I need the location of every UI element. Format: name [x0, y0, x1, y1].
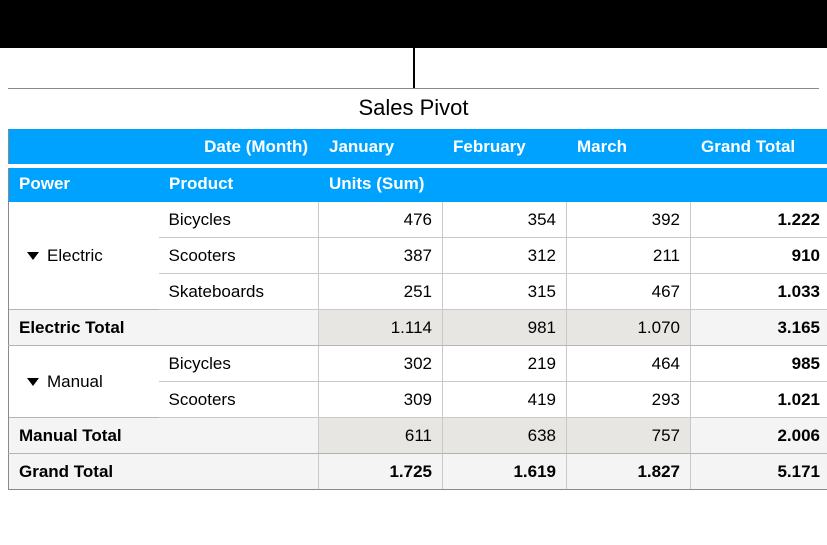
grand-total-cell[interactable]: 1.619: [443, 454, 567, 490]
callout-line: [413, 48, 415, 88]
group-name: Electric: [47, 246, 103, 265]
header-month-1[interactable]: February: [443, 130, 567, 166]
pivot-table-container: Sales Pivot Date (Month) January Februar…: [0, 88, 827, 490]
grand-total-row: Grand Total 1.725 1.619 1.827 5.171: [9, 454, 827, 490]
header-month-2[interactable]: March: [567, 130, 691, 166]
grand-total-total[interactable]: 5.171: [691, 454, 827, 490]
top-black-bar: [0, 0, 827, 48]
data-cell[interactable]: 211: [567, 238, 691, 274]
header-product[interactable]: Product: [159, 166, 319, 202]
header-blank-2: [691, 166, 827, 202]
table-title: Sales Pivot: [8, 88, 819, 129]
subtotal-cell[interactable]: 1.114: [319, 310, 443, 346]
subtotal-total[interactable]: 2.006: [691, 418, 827, 454]
header-month-0[interactable]: January: [319, 130, 443, 166]
subtotal-cell[interactable]: 611: [319, 418, 443, 454]
grand-total-cell[interactable]: 1.725: [319, 454, 443, 490]
row-total[interactable]: 910: [691, 238, 827, 274]
data-cell[interactable]: 309: [319, 382, 443, 418]
row-total[interactable]: 985: [691, 346, 827, 382]
product-label[interactable]: Scooters: [159, 238, 319, 274]
data-cell[interactable]: 476: [319, 202, 443, 238]
subtotal-cell[interactable]: 638: [443, 418, 567, 454]
subtotal-label[interactable]: Manual Total: [9, 418, 319, 454]
row-total[interactable]: 1.033: [691, 274, 827, 310]
data-cell[interactable]: 387: [319, 238, 443, 274]
subtotal-row-electric: Electric Total 1.114 981 1.070 3.165: [9, 310, 827, 346]
product-label[interactable]: Bicycles: [159, 202, 319, 238]
product-label[interactable]: Skateboards: [159, 274, 319, 310]
data-cell[interactable]: 251: [319, 274, 443, 310]
data-cell[interactable]: 392: [567, 202, 691, 238]
grand-total-cell[interactable]: 1.827: [567, 454, 691, 490]
header-row-months: Date (Month) January February March Gran…: [9, 130, 827, 166]
subtotal-total[interactable]: 3.165: [691, 310, 827, 346]
subtotal-cell[interactable]: 1.070: [567, 310, 691, 346]
subtotal-cell[interactable]: 981: [443, 310, 567, 346]
table-row: Manual Bicycles 302 219 464 985: [9, 346, 827, 382]
product-label[interactable]: Scooters: [159, 382, 319, 418]
data-cell[interactable]: 219: [443, 346, 567, 382]
header-blank: [9, 130, 159, 166]
subtotal-label[interactable]: Electric Total: [9, 310, 319, 346]
data-cell[interactable]: 354: [443, 202, 567, 238]
data-cell[interactable]: 467: [567, 274, 691, 310]
table-row: Electric Bicycles 476 354 392 1.222: [9, 202, 827, 238]
group-label-electric[interactable]: Electric: [9, 202, 159, 310]
group-label-manual[interactable]: Manual: [9, 346, 159, 418]
chevron-down-icon[interactable]: [27, 252, 39, 260]
data-cell[interactable]: 419: [443, 382, 567, 418]
grand-total-label[interactable]: Grand Total: [9, 454, 319, 490]
pivot-table: Date (Month) January February March Gran…: [8, 129, 827, 490]
data-cell[interactable]: 464: [567, 346, 691, 382]
header-date-label[interactable]: Date (Month): [159, 130, 319, 166]
subtotal-cell[interactable]: 757: [567, 418, 691, 454]
data-cell[interactable]: 293: [567, 382, 691, 418]
header-grand-total[interactable]: Grand Total: [691, 130, 827, 166]
data-cell[interactable]: 302: [319, 346, 443, 382]
row-total[interactable]: 1.222: [691, 202, 827, 238]
data-cell[interactable]: 312: [443, 238, 567, 274]
subtotal-row-manual: Manual Total 611 638 757 2.006: [9, 418, 827, 454]
row-total[interactable]: 1.021: [691, 382, 827, 418]
header-units[interactable]: Units (Sum): [319, 166, 691, 202]
data-cell[interactable]: 315: [443, 274, 567, 310]
chevron-down-icon[interactable]: [27, 378, 39, 386]
header-row-fields: Power Product Units (Sum): [9, 166, 827, 202]
product-label[interactable]: Bicycles: [159, 346, 319, 382]
group-name: Manual: [47, 372, 103, 391]
header-power[interactable]: Power: [9, 166, 159, 202]
